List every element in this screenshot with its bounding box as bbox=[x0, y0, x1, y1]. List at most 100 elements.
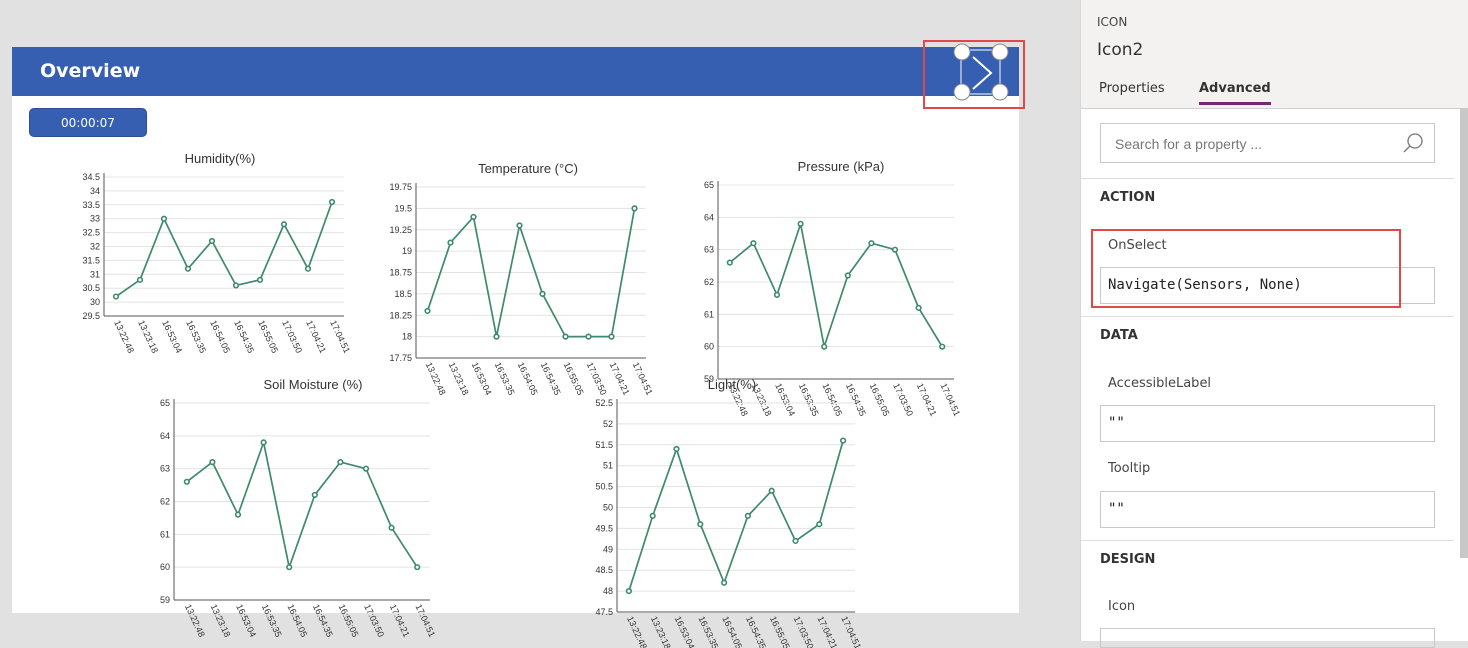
y-tick-label: 47.5 bbox=[595, 607, 613, 617]
x-tick-label: 13:23:18 bbox=[136, 319, 160, 355]
data-point bbox=[280, 221, 288, 228]
x-tick-label: 16:53:04 bbox=[673, 615, 697, 648]
data-point bbox=[840, 437, 847, 444]
divider bbox=[1081, 540, 1454, 541]
section-design: DESIGN bbox=[1100, 552, 1156, 567]
y-tick-label: 19.75 bbox=[389, 182, 412, 192]
y-tick-label: 32 bbox=[90, 242, 100, 252]
data-point bbox=[891, 246, 899, 253]
x-tick-label: 17:03:50 bbox=[362, 603, 386, 639]
data-point bbox=[136, 276, 144, 283]
y-tick-label: 65 bbox=[704, 180, 714, 190]
data-point bbox=[516, 222, 523, 229]
resize-handle[interactable] bbox=[953, 43, 971, 61]
x-tick-label: 13:22:48 bbox=[625, 615, 649, 648]
panel-header: ICON Icon2 Properties Advanced bbox=[1081, 0, 1468, 109]
y-tick-label: 50 bbox=[603, 503, 613, 513]
x-tick-label: 17:04:51 bbox=[328, 319, 352, 355]
x-tick-label: 13:23:18 bbox=[447, 361, 471, 397]
timer-button[interactable]: 00:00:07 bbox=[29, 108, 147, 137]
y-tick-label: 63 bbox=[160, 464, 170, 474]
y-tick-label: 52.5 bbox=[595, 398, 613, 408]
x-tick-label: 16:53:04 bbox=[470, 361, 494, 397]
chart-title: Light(%) bbox=[708, 377, 756, 392]
x-tick-label: 17:03:50 bbox=[792, 615, 816, 648]
y-tick-label: 31 bbox=[90, 269, 100, 279]
y-tick-label: 50.5 bbox=[595, 482, 613, 492]
y-tick-label: 49.5 bbox=[595, 523, 613, 533]
chart-title: Humidity(%) bbox=[185, 151, 256, 166]
chart-title: Soil Moisture (%) bbox=[264, 377, 363, 392]
series-line bbox=[628, 440, 844, 592]
data-point bbox=[362, 465, 370, 472]
x-tick-label: 17:04:21 bbox=[304, 319, 328, 355]
x-tick-label: 16:53:35 bbox=[260, 603, 284, 639]
accessible-label-field[interactable]: "" bbox=[1100, 405, 1435, 442]
tooltip-field[interactable]: "" bbox=[1100, 491, 1435, 528]
chart-title: Temperature (°C) bbox=[478, 161, 578, 176]
x-tick-label: 17:04:51 bbox=[938, 382, 962, 418]
search-icon[interactable] bbox=[1402, 132, 1424, 154]
x-tick-label: 16:53:35 bbox=[184, 319, 208, 355]
y-tick-label: 49 bbox=[603, 544, 613, 554]
y-tick-label: 33.5 bbox=[82, 200, 100, 210]
x-tick-label: 13:22:48 bbox=[183, 603, 207, 639]
x-tick-label: 17:04:21 bbox=[915, 382, 939, 418]
x-tick-label: 16:54:05 bbox=[720, 615, 744, 648]
y-tick-label: 60 bbox=[704, 342, 714, 352]
data-point bbox=[844, 272, 851, 279]
x-tick-label: 16:54:05 bbox=[208, 319, 232, 355]
data-point bbox=[797, 220, 804, 227]
data-point bbox=[256, 276, 264, 283]
data-point bbox=[726, 259, 733, 266]
search-input[interactable] bbox=[1113, 135, 1397, 153]
data-point bbox=[493, 333, 500, 340]
data-point bbox=[821, 343, 828, 350]
y-tick-label: 30.5 bbox=[82, 283, 100, 293]
data-point bbox=[337, 458, 344, 466]
y-tick-label: 61 bbox=[704, 309, 714, 319]
data-point bbox=[447, 239, 454, 246]
tab-advanced[interactable]: Advanced bbox=[1199, 81, 1271, 105]
y-tick-label: 62 bbox=[160, 497, 170, 507]
data-point bbox=[792, 537, 799, 545]
y-tick-label: 18.75 bbox=[389, 268, 412, 278]
app-screen: Overview 00:00:07 Humidity(%) 29.5 30 30.5 3… bbox=[12, 47, 1019, 648]
control-name[interactable]: Icon2 bbox=[1097, 40, 1143, 60]
data-point bbox=[208, 237, 216, 245]
next-arrow-icon[interactable] bbox=[925, 42, 1023, 107]
x-tick-label: 17:03:50 bbox=[280, 319, 304, 355]
tab-properties[interactable]: Properties bbox=[1099, 81, 1165, 102]
x-tick-label: 17:04:51 bbox=[839, 615, 863, 648]
data-point bbox=[112, 293, 120, 300]
x-tick-label: 16:55:05 bbox=[256, 319, 280, 355]
resize-handle[interactable] bbox=[991, 83, 1009, 101]
series-line bbox=[729, 220, 943, 351]
data-point bbox=[649, 512, 656, 519]
humidity-chart: Humidity(%) 29.5 30 30.5 31 31.5 32 32.5 33 33.5 3… bbox=[82, 151, 352, 355]
x-tick-label: 17:04:51 bbox=[413, 603, 437, 639]
y-tick-label: 32.5 bbox=[82, 228, 100, 238]
icon-label: Icon bbox=[1108, 599, 1136, 614]
y-tick-label: 19.25 bbox=[389, 225, 412, 235]
icon-field[interactable] bbox=[1100, 628, 1435, 648]
x-tick-label: 13:23:18 bbox=[649, 615, 673, 648]
resize-handle[interactable] bbox=[953, 83, 971, 101]
y-tick-label: 64 bbox=[160, 431, 170, 441]
panel-scrollbar[interactable] bbox=[1460, 108, 1468, 558]
y-tick-label: 34 bbox=[90, 186, 100, 196]
data-point bbox=[631, 205, 638, 212]
x-tick-label: 13:22:48 bbox=[112, 319, 136, 355]
data-point bbox=[260, 439, 267, 446]
properties-panel: ICON Icon2 Properties Advanced ACTION On… bbox=[1080, 0, 1468, 648]
data-point bbox=[585, 333, 592, 340]
resize-handle[interactable] bbox=[991, 43, 1009, 61]
y-tick-label: 64 bbox=[704, 212, 714, 222]
chart-title: Pressure (kPa) bbox=[798, 159, 885, 174]
y-tick-label: 31.5 bbox=[82, 255, 100, 265]
y-tick-label: 19 bbox=[402, 246, 412, 256]
data-point bbox=[608, 333, 615, 340]
x-tick-label: 17:04:21 bbox=[388, 603, 412, 639]
y-tick-label: 59 bbox=[160, 595, 170, 605]
x-tick-label: 16:55:05 bbox=[337, 603, 361, 639]
